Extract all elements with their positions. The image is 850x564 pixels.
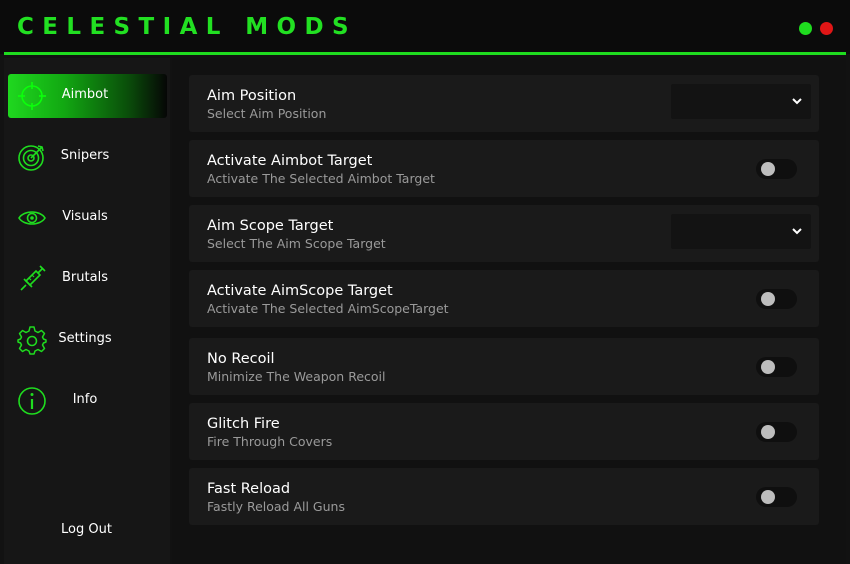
setting-aim-scope-target: Aim Scope Target Select The Aim Scope Ta… [189,205,819,262]
syringe-icon [20,265,46,291]
setting-subtitle: Fire Through Covers [207,434,333,449]
sidebar-item-label: Info [72,392,98,407]
sidebar: Aimbot Snipers Visuals Brutals Settings … [4,58,170,564]
close-button[interactable] [820,22,833,35]
logout-button[interactable]: Log Out [34,519,139,541]
sidebar-item-aimbot[interactable]: Aimbot [8,74,167,118]
setting-title: Activate Aimbot Target [207,153,373,169]
toggle-knob [761,490,775,504]
sidebar-item-label: Settings [58,331,112,346]
crosshair-icon [18,82,46,110]
aim-position-dropdown[interactable] [671,84,811,119]
setting-glitch-fire: Glitch Fire Fire Through Covers [189,403,819,460]
setting-title: Aim Scope Target [207,218,334,234]
setting-fast-reload: Fast Reload Fastly Reload All Guns [189,468,819,525]
sidebar-item-label: Snipers [60,148,110,163]
setting-activate-aimscope-target: Activate AimScope Target Activate The Se… [189,270,819,327]
aim-scope-target-dropdown[interactable] [671,214,811,249]
sidebar-item-label: Aimbot [61,87,109,102]
main-content: Aim Position Select Aim Position Activat… [172,58,846,564]
sidebar-item-snipers[interactable]: Snipers [8,135,167,179]
target-icon [18,145,44,171]
toggle-knob [761,292,775,306]
no-recoil-toggle[interactable] [756,357,797,377]
activate-aimscope-target-toggle[interactable] [756,289,797,309]
setting-no-recoil: No Recoil Minimize The Weapon Recoil [189,338,819,395]
sidebar-item-visuals[interactable]: Visuals [8,196,167,240]
setting-title: Fast Reload [207,481,291,497]
setting-title: No Recoil [207,351,275,367]
sidebar-item-info[interactable]: Info [8,379,167,423]
sidebar-item-brutals[interactable]: Brutals [8,257,167,301]
setting-title: Activate AimScope Target [207,283,393,299]
setting-subtitle: Fastly Reload All Guns [207,499,345,514]
app-title: CELESTIAL MODS [17,14,357,40]
fast-reload-toggle[interactable] [756,487,797,507]
sidebar-item-label: Visuals [62,209,108,224]
sidebar-item-label: Brutals [62,270,108,285]
toggle-knob [761,425,775,439]
sidebar-item-settings[interactable]: Settings [8,318,167,362]
setting-subtitle: Select Aim Position [207,106,327,121]
glitch-fire-toggle[interactable] [756,422,797,442]
title-divider [4,52,846,55]
gear-icon [17,326,47,355]
setting-subtitle: Select The Aim Scope Target [207,236,386,251]
app-window: CELESTIAL MODS Aimbot Snipers Visuals Br… [0,0,850,564]
setting-title: Aim Position [207,88,297,104]
activate-aimbot-target-toggle[interactable] [756,159,797,179]
setting-subtitle: Minimize The Weapon Recoil [207,369,386,384]
setting-activate-aimbot-target: Activate Aimbot Target Activate The Sele… [189,140,819,197]
setting-subtitle: Activate The Selected AimScopeTarget [207,301,449,316]
setting-title: Glitch Fire [207,416,280,432]
eye-icon [18,211,46,225]
maximize-button[interactable] [799,22,812,35]
info-icon [18,387,46,415]
setting-subtitle: Activate The Selected Aimbot Target [207,171,435,186]
toggle-knob [761,360,775,374]
setting-aim-position: Aim Position Select Aim Position [189,75,819,132]
chevron-down-icon [792,228,802,235]
title-bar: CELESTIAL MODS [0,0,850,54]
toggle-knob [761,162,775,176]
chevron-down-icon [792,98,802,105]
